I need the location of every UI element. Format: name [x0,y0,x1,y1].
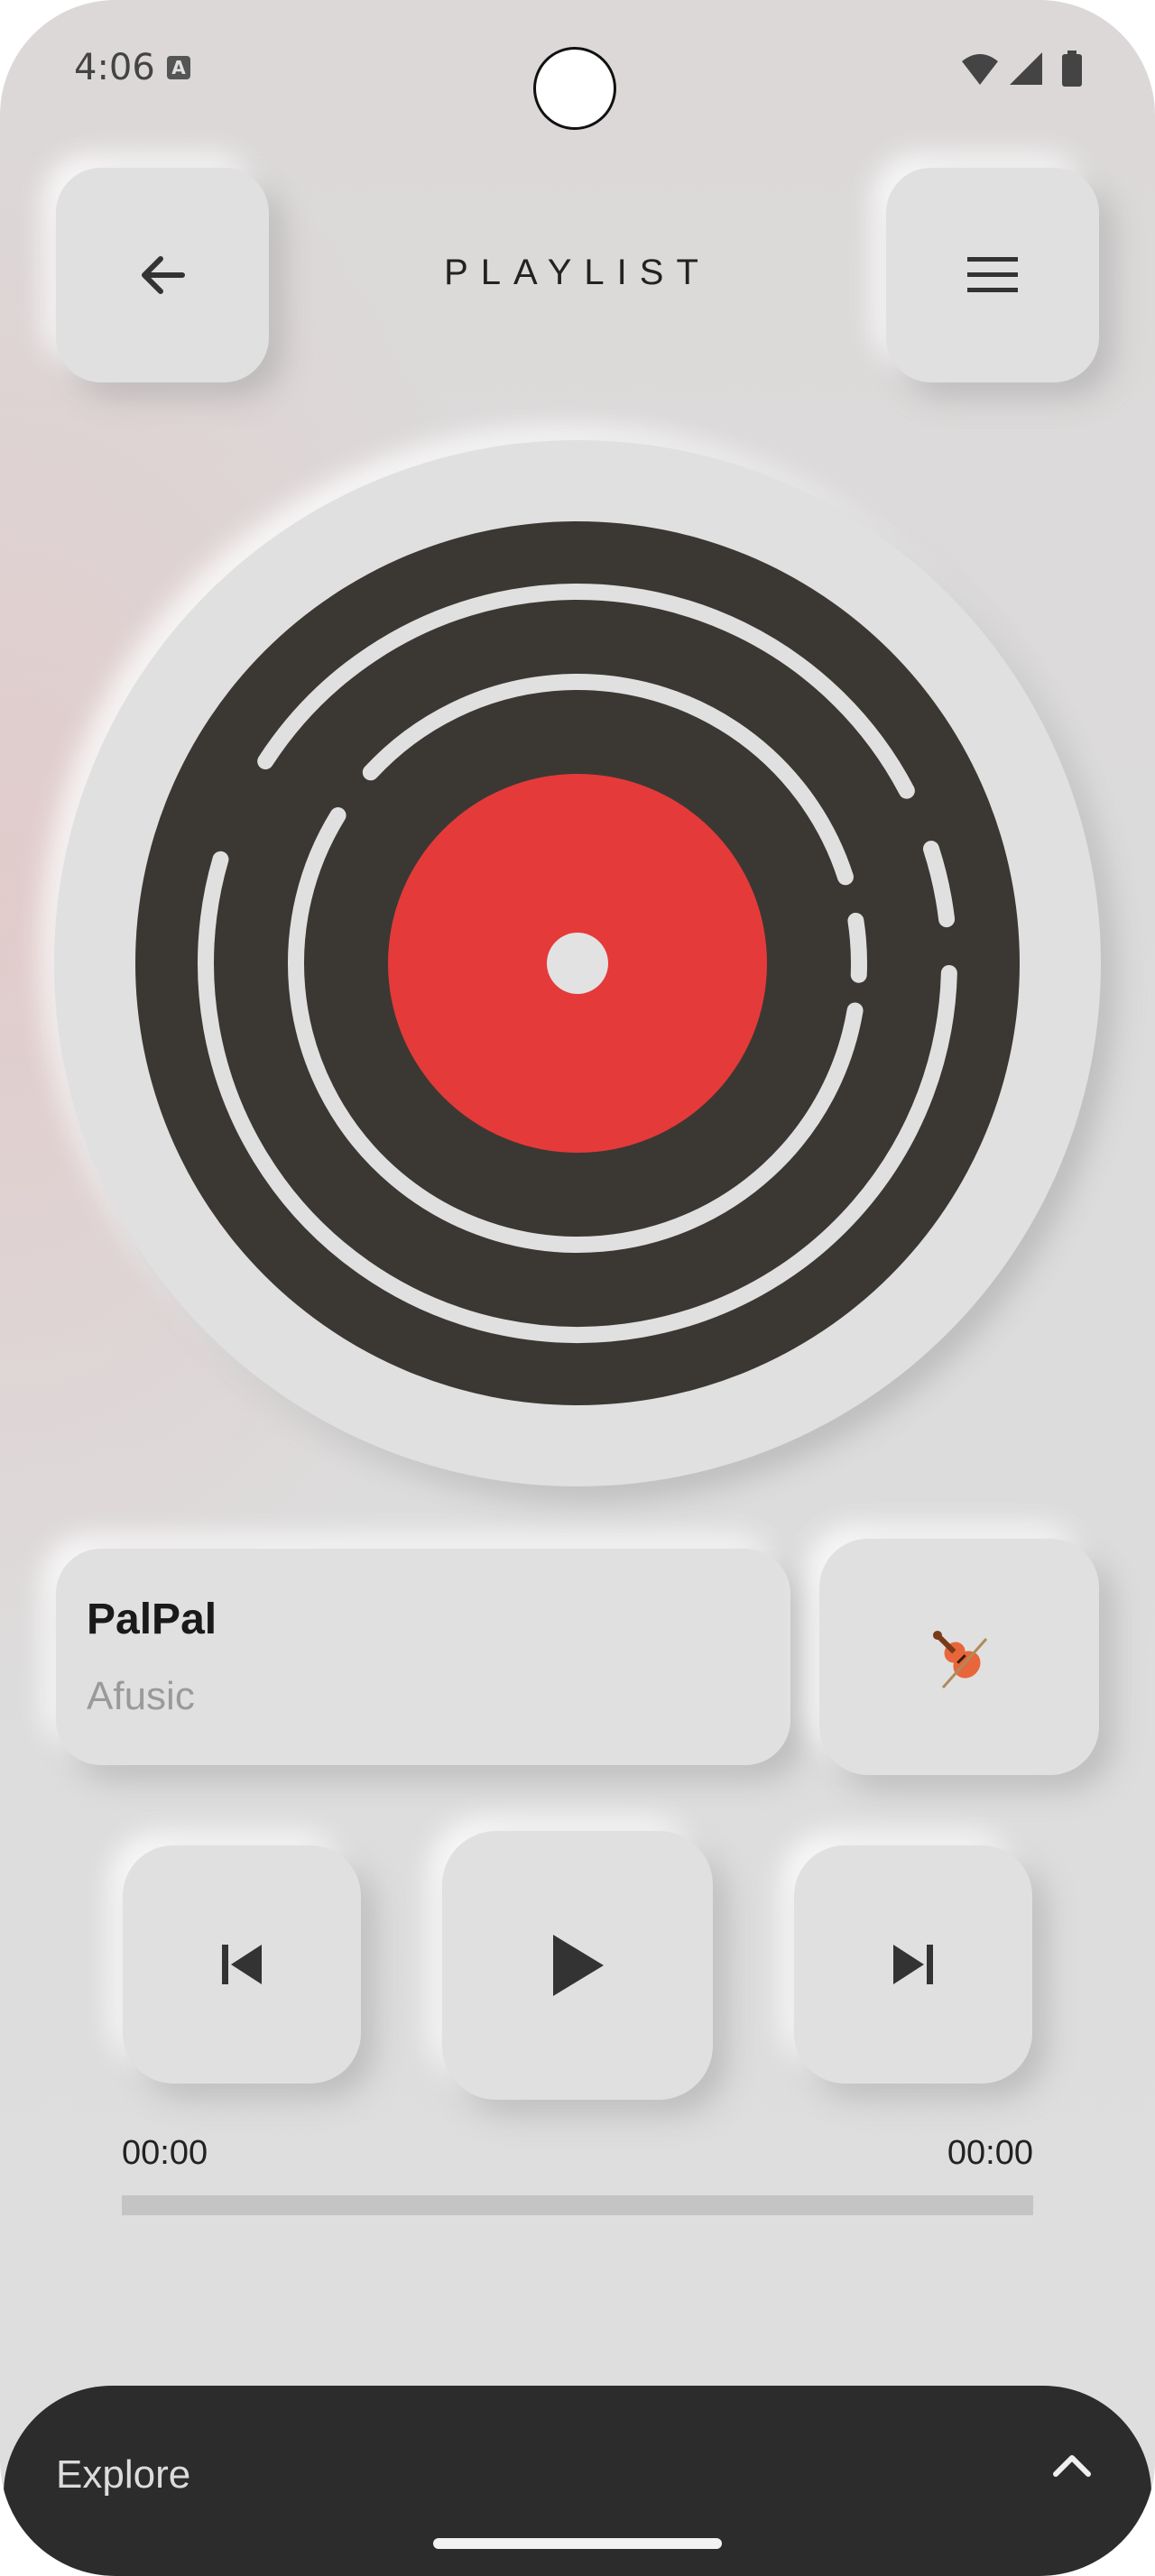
song-info-card [56,1549,790,1765]
skip-next-icon [893,1945,933,1984]
chevron-up-icon[interactable] [1050,2451,1094,2479]
home-indicator[interactable] [433,2538,722,2549]
instrument-button[interactable] [819,1539,1099,1775]
next-button[interactable] [794,1845,1032,2084]
play-button[interactable] [442,1831,713,2100]
hamburger-menu-icon [967,257,1018,292]
vinyl-record-icon [135,521,1020,1405]
camera-cutout [533,47,616,130]
wifi-icon [961,54,998,85]
song-artist: Afusic [87,1674,195,1718]
signal-icon [1009,52,1042,85]
total-duration: 00:00 [947,2134,1033,2172]
battery-icon [1062,51,1082,87]
explore-label: Explore [56,2452,191,2497]
phone-screen: 4:06 A PLAYLIST PalPal Afusic 00:00 00:0… [0,0,1155,2576]
status-icons [960,51,1083,87]
skip-previous-icon [222,1945,262,1984]
previous-button[interactable] [123,1845,361,2084]
song-title: PalPal [87,1596,217,1643]
album-art-frame [54,440,1101,1486]
violin-icon [932,1630,988,1688]
elapsed-time: 00:00 [122,2134,208,2172]
progress-bar[interactable] [122,2195,1033,2215]
menu-button[interactable] [886,168,1099,382]
play-icon [553,1935,604,1996]
a-badge-icon: A [167,56,190,79]
status-time: 4:06 [74,47,155,88]
